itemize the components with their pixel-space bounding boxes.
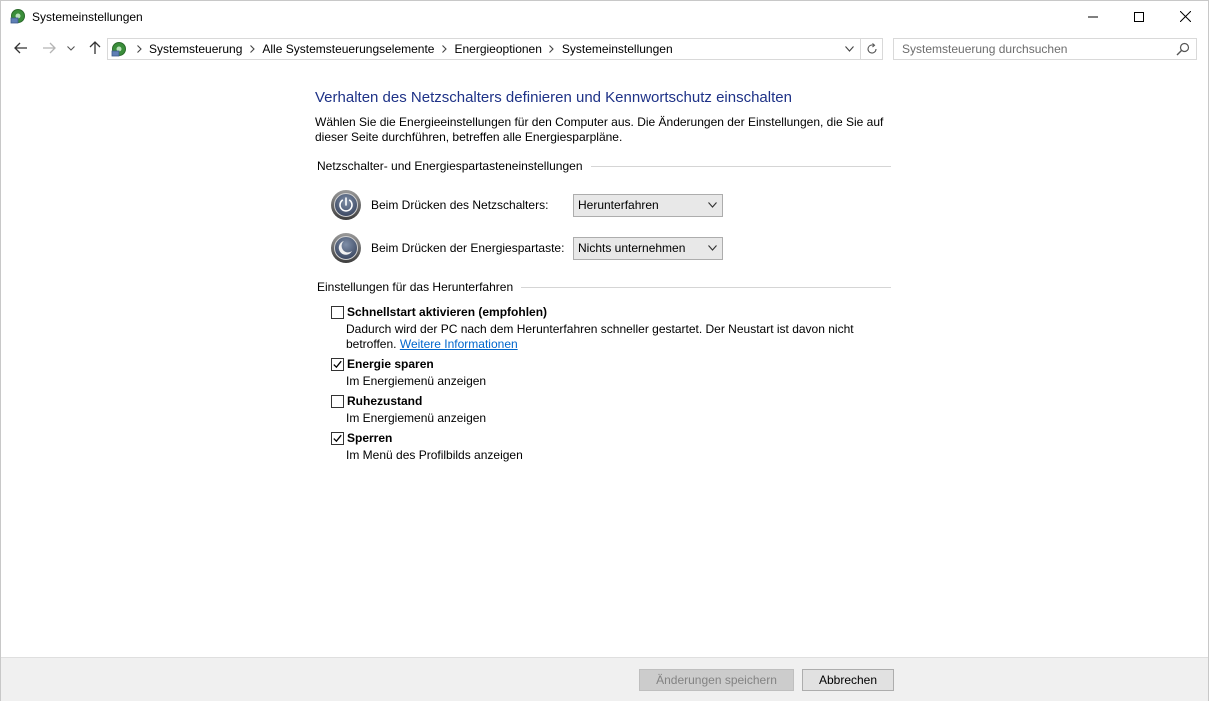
selected-value: Nichts unternehmen bbox=[578, 241, 686, 255]
save-changes-button[interactable]: Änderungen speichern bbox=[639, 669, 794, 691]
group-header-label: Einstellungen für das Herunterfahren bbox=[317, 280, 514, 294]
window-title: Systemeinstellungen bbox=[32, 10, 143, 24]
navigation-bar: Systemsteuerung Alle Systemsteuerungsele… bbox=[1, 32, 1208, 65]
refresh-icon bbox=[866, 43, 877, 54]
breadcrumb: Systemsteuerung Alle Systemsteuerungsele… bbox=[132, 42, 676, 56]
minimize-icon bbox=[1088, 16, 1098, 17]
lock-checkbox[interactable] bbox=[331, 432, 344, 445]
sleep-description: Im Energiemenü anzeigen bbox=[346, 374, 487, 388]
power-button-setting: Beim Drücken des Netzschalters: Herunter… bbox=[330, 189, 730, 221]
refresh-button[interactable] bbox=[860, 39, 882, 59]
divider bbox=[521, 286, 891, 288]
search-input[interactable] bbox=[894, 39, 1172, 59]
fast-startup-label[interactable]: Schnellstart aktivieren (empfohlen) bbox=[347, 305, 547, 319]
description-line-2: betroffen. Weitere Informationen bbox=[346, 337, 866, 352]
breadcrumb-item[interactable]: Energieoptionen bbox=[451, 42, 544, 56]
chevron-down-icon bbox=[844, 46, 854, 52]
chevron-right-icon[interactable] bbox=[132, 45, 146, 53]
minimize-button[interactable] bbox=[1070, 1, 1116, 32]
maximize-button[interactable] bbox=[1116, 1, 1162, 32]
chevron-right-icon[interactable] bbox=[437, 45, 451, 53]
divider bbox=[590, 165, 891, 167]
control-panel-icon bbox=[111, 42, 126, 57]
chevron-down-icon bbox=[708, 244, 717, 251]
chevron-down-icon bbox=[67, 45, 75, 51]
hibernate-checkbox[interactable] bbox=[331, 395, 344, 408]
control-panel-window: Systemeinstellungen Systemsteuerung Alle… bbox=[0, 0, 1209, 701]
shutdown-settings-group-header: Einstellungen für das Herunterfahren bbox=[317, 280, 891, 294]
sleep-moon-icon bbox=[331, 233, 361, 263]
maximize-icon bbox=[1134, 11, 1144, 22]
cancel-button[interactable]: Abbrechen bbox=[802, 669, 894, 691]
chevron-down-icon bbox=[708, 201, 717, 208]
footer-bar: Änderungen speichern Abbrechen bbox=[1, 657, 1208, 701]
lock-option: Sperren Im Menü des Profilbilds anzeigen bbox=[331, 431, 871, 465]
selected-value: Herunterfahren bbox=[578, 198, 659, 212]
chevron-right-icon[interactable] bbox=[545, 45, 559, 53]
description-text: betroffen. bbox=[346, 337, 397, 351]
lock-label[interactable]: Sperren bbox=[347, 431, 392, 445]
sleep-button-label: Beim Drücken der Energiespartaste: bbox=[371, 241, 565, 255]
search-icon[interactable] bbox=[1176, 42, 1190, 56]
chevron-right-icon[interactable] bbox=[245, 45, 259, 53]
address-history-button[interactable] bbox=[841, 39, 857, 59]
power-icon bbox=[331, 190, 361, 220]
sleep-button-action-select[interactable]: Nichts unternehmen bbox=[573, 236, 723, 260]
title-bar: Systemeinstellungen bbox=[1, 1, 1208, 32]
arrow-up-icon bbox=[89, 41, 101, 54]
hibernate-label[interactable]: Ruhezustand bbox=[347, 394, 422, 408]
lock-description: Im Menü des Profilbilds anzeigen bbox=[346, 448, 523, 462]
close-button[interactable] bbox=[1162, 1, 1208, 32]
control-panel-icon bbox=[10, 9, 25, 24]
checkmark-icon bbox=[333, 360, 342, 369]
breadcrumb-item[interactable]: Systemsteuerung bbox=[146, 42, 245, 56]
up-button[interactable] bbox=[85, 38, 105, 58]
back-button[interactable] bbox=[11, 38, 31, 58]
page-description: Wählen Sie die Energieeinstellungen für … bbox=[315, 115, 884, 144]
sleep-checkbox[interactable] bbox=[331, 358, 344, 371]
forward-button[interactable] bbox=[39, 38, 59, 58]
close-icon bbox=[1179, 11, 1191, 22]
power-button-label: Beim Drücken des Netzschalters: bbox=[371, 198, 549, 212]
breadcrumb-item[interactable]: Alle Systemsteuerungselemente bbox=[259, 42, 437, 56]
sleep-option: Energie sparen Im Energiemenü anzeigen bbox=[331, 357, 871, 391]
hibernate-description: Im Energiemenü anzeigen bbox=[346, 411, 487, 425]
checkmark-icon bbox=[333, 434, 342, 443]
fast-startup-option: Schnellstart aktivieren (empfohlen) Dadu… bbox=[331, 305, 871, 353]
fast-startup-checkbox[interactable] bbox=[331, 306, 344, 319]
group-header-label: Netzschalter- und Energiespartasteneinst… bbox=[317, 159, 583, 173]
search-box bbox=[893, 38, 1197, 60]
power-button-action-select[interactable]: Herunterfahren bbox=[573, 193, 723, 217]
description-line: Dadurch wird der PC nach dem Herunterfah… bbox=[346, 322, 854, 336]
fast-startup-description: Dadurch wird der PC nach dem Herunterfah… bbox=[346, 322, 866, 352]
more-info-link[interactable]: Weitere Informationen bbox=[400, 337, 518, 351]
sleep-button-setting: Beim Drücken der Energiespartaste: Nicht… bbox=[330, 232, 730, 264]
address-bar[interactable]: Systemsteuerung Alle Systemsteuerungsele… bbox=[107, 38, 883, 60]
arrow-left-icon bbox=[14, 42, 27, 54]
arrow-right-icon bbox=[43, 42, 56, 54]
breadcrumb-item[interactable]: Systemeinstellungen bbox=[559, 42, 676, 56]
page-title: Verhalten des Netzschalters definieren u… bbox=[315, 89, 792, 106]
hibernate-option: Ruhezustand Im Energiemenü anzeigen bbox=[331, 394, 871, 428]
sleep-label[interactable]: Energie sparen bbox=[347, 357, 434, 371]
content-area: Verhalten des Netzschalters definieren u… bbox=[1, 65, 1208, 657]
recent-locations-button[interactable] bbox=[64, 38, 78, 58]
power-settings-group-header: Netzschalter- und Energiespartasteneinst… bbox=[317, 159, 891, 173]
